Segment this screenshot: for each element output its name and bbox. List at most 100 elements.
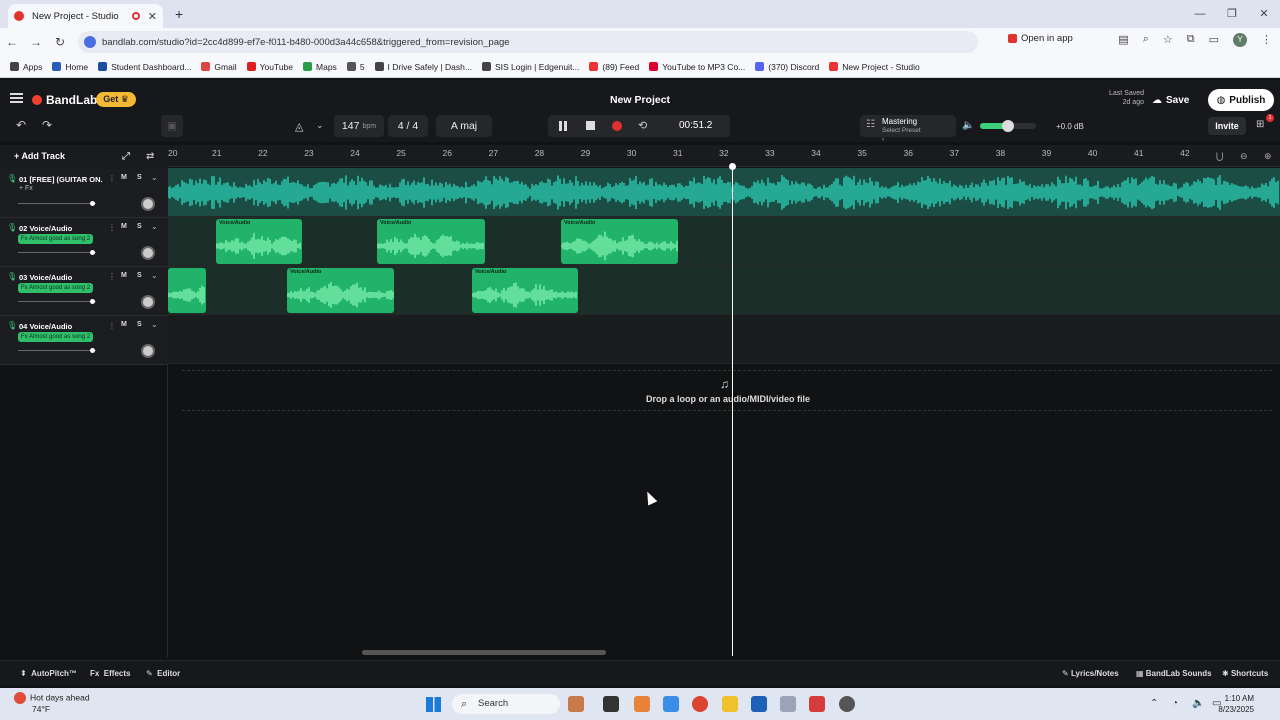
track-expand-icon[interactable]: ⌄ (151, 271, 158, 280)
taskbar-search[interactable]: Search (452, 694, 560, 714)
network-icon[interactable]: ◔ (1172, 698, 1178, 709)
bookmark-item[interactable]: I Drive Safely | Dash... (374, 62, 472, 72)
track-fx-button[interactable]: Fx Almost good as song 2 (18, 283, 94, 293)
effects-button[interactable]: Fx Effects (90, 669, 130, 678)
zoom-icon[interactable]: ⌕ (1143, 33, 1149, 47)
volume-icon[interactable]: 🔈 (1192, 698, 1204, 709)
track-header-2[interactable]: 🎙 02 Voice/Audio ⋮ M S ⌄ Fx Almost good as son… (0, 218, 168, 267)
timeline-ruler[interactable]: 20 21 22 23 24 25 26 27 28 29 30 31 32 33 34 35 36 37 38 39… (168, 145, 1280, 167)
track-expand-icon[interactable]: ⌄ (151, 320, 158, 329)
browser-menu-icon[interactable]: ⋮ (1261, 33, 1272, 47)
track-header-3[interactable]: 🎙 03 Voice/Audio ⋮ M S ⌄ Fx Almost good as son… (0, 267, 168, 316)
taskbar-app-icon[interactable] (809, 696, 825, 712)
mute-button[interactable]: M (121, 321, 127, 328)
file-explorer-icon[interactable] (722, 696, 738, 712)
bookmark-item[interactable]: Apps (10, 62, 42, 72)
track-volume-slider[interactable] (18, 203, 96, 204)
maximize-icon[interactable]: ❐ (1216, 0, 1248, 28)
master-mute-icon[interactable]: 🔈 (962, 120, 974, 131)
taskbar-app-icon[interactable] (780, 696, 796, 712)
track-pan-knob[interactable] (141, 246, 155, 260)
bookmark-item[interactable]: YouTube to MP3 Co... (649, 62, 745, 72)
mute-button[interactable]: M (121, 174, 127, 181)
track-fx-button[interactable]: Fx Almost good as song 2 (18, 234, 94, 244)
track-options-icon[interactable]: ⋮ (108, 223, 116, 232)
master-volume-knob[interactable] (1002, 120, 1014, 132)
taskbar-app-icon[interactable] (568, 696, 584, 712)
save-button[interactable]: ☁ Save (1152, 90, 1202, 110)
audio-clip[interactable]: Voice/Audio (216, 219, 302, 264)
mastering-button[interactable]: ☷ Mastering Select Preset › (860, 115, 956, 143)
mute-button[interactable]: M (121, 272, 127, 279)
track-name[interactable]: 04 Voice/Audio (19, 322, 103, 331)
record-icon[interactable] (612, 121, 622, 131)
track-header-1[interactable]: 🎙 01 [FREE] (GUITAR ON... ⋮ M S ⌄ + Fx (0, 169, 168, 218)
reload-icon[interactable]: ↻ (48, 35, 72, 49)
taskbar-app-icon[interactable] (634, 696, 650, 712)
track-lane-3[interactable]: Voice/Audio Voice/Audio (168, 266, 1280, 315)
chrome-icon[interactable] (692, 696, 708, 712)
audio-clip[interactable]: Voice/Audio (561, 219, 678, 264)
bookmark-item[interactable]: Student Dashboard... (98, 62, 191, 72)
tray-overflow-icon[interactable]: ⌃ (1150, 698, 1158, 709)
shortcuts-button[interactable]: ✱ Shortcuts (1222, 669, 1268, 678)
bookmark-item[interactable]: (89) Feed (589, 62, 639, 72)
reading-mode-icon[interactable]: ▤ (1118, 33, 1128, 47)
metronome-icon[interactable]: ◬ (295, 120, 303, 133)
autopitch-button[interactable]: ⇞ AutoPitch™ (20, 669, 77, 678)
automation-icon[interactable]: ⤢ (122, 151, 130, 162)
open-in-app-button[interactable]: Open in app (1008, 33, 1073, 44)
bookmark-item[interactable]: YouTube (246, 62, 293, 72)
zoom-out-icon[interactable]: ⊖ (1240, 151, 1248, 162)
key-field[interactable]: A maj (436, 115, 492, 137)
taskbar-app-icon[interactable] (663, 696, 679, 712)
bookmark-item[interactable]: SIS Login | Edgenuit... (481, 62, 579, 72)
track-volume-knob[interactable] (90, 250, 95, 255)
track-lane-2[interactable]: Voice/Audio Voice/Audio Voice/Audio (168, 217, 1280, 266)
taskbar-app-icon[interactable] (839, 696, 855, 712)
track-lane-4[interactable] (168, 315, 1280, 364)
taskbar-clock[interactable]: 1:10 AM 8/23/2025 (1218, 693, 1254, 715)
solo-button[interactable]: S (137, 272, 142, 279)
track-fx-button[interactable]: Fx Almost good as song 2 (18, 332, 94, 342)
store-icon[interactable] (751, 696, 767, 712)
bookmark-item[interactable]: New Project - Studio (829, 62, 920, 72)
close-tab-icon[interactable]: ✕ (148, 10, 157, 23)
url-input[interactable]: bandlab.com/studio?id=2cc4d899-ef7e-f011… (78, 31, 978, 53)
stop-icon[interactable] (586, 121, 595, 130)
publish-button[interactable]: ◍ Publish (1208, 89, 1274, 111)
solo-button[interactable]: S (137, 321, 142, 328)
bookmark-item[interactable]: 5 (346, 62, 365, 72)
track-lanes[interactable]: Voice/Audio Voice/Audio Voice/Audio Voic… (168, 168, 1280, 365)
track-lane-1[interactable] (168, 168, 1280, 217)
bookmark-item[interactable]: (370) Discord (755, 62, 819, 72)
solo-button[interactable]: S (137, 174, 142, 181)
bpm-field[interactable]: 147 bpm (334, 115, 384, 137)
track-pan-knob[interactable] (141, 344, 155, 358)
track-pan-knob[interactable] (141, 295, 155, 309)
audio-clip[interactable] (168, 268, 206, 313)
gift-icon[interactable]: ⊞ 1 (1256, 114, 1274, 133)
loop-icon[interactable]: ⟲ (638, 119, 647, 132)
undo-icon[interactable]: ↶ (12, 118, 30, 134)
bookmark-star-icon[interactable]: ☆ (1163, 33, 1173, 47)
track-expand-icon[interactable]: ⌄ (151, 222, 158, 231)
snap-icon[interactable]: ⋃ (1216, 151, 1223, 162)
zoom-in-icon[interactable]: ⊕ (1264, 151, 1272, 162)
bandlab-sounds-button[interactable]: ▦ BandLab Sounds (1136, 669, 1212, 678)
windows-start-icon[interactable] (426, 697, 441, 712)
track-volume-knob[interactable] (90, 299, 95, 304)
track-volume-knob[interactable] (90, 201, 95, 206)
menu-icon[interactable] (10, 93, 23, 103)
back-icon[interactable]: ← (0, 35, 24, 49)
project-title[interactable]: New Project (540, 94, 740, 106)
tool-placeholder-icon[interactable]: ▣ (161, 115, 183, 137)
track-volume-knob[interactable] (90, 348, 95, 353)
lyrics-notes-button[interactable]: ✎ Lyrics/Notes (1062, 669, 1119, 678)
playhead-handle[interactable] (729, 163, 736, 170)
track-options-icon[interactable]: ⋮ (108, 174, 116, 183)
extensions-icon[interactable]: ⧉ (1187, 33, 1195, 47)
weather-widget[interactable]: Hot days ahead 74°F (14, 692, 90, 714)
playhead[interactable] (732, 164, 733, 656)
track-expand-icon[interactable]: ⌄ (151, 173, 158, 182)
